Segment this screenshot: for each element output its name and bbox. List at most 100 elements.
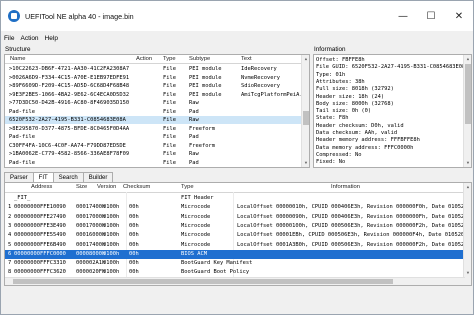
col-action[interactable]: Action	[136, 56, 152, 62]
scroll-down-icon[interactable]: ▼	[464, 159, 471, 167]
scroll-thumb[interactable]	[465, 64, 471, 124]
cell-type: File	[163, 151, 176, 157]
cell-type: Microcode	[181, 213, 211, 220]
cell-num: 3	[8, 222, 12, 229]
tree-row[interactable]: >10C22623-DB6F-4721-AA30-41C2FA2308A7 Fil…	[5, 65, 301, 73]
cell-text: IdeRecovery	[241, 66, 277, 72]
cell-name: >8E295870-D377-4875-BFDE-8C0465F0D4AA	[9, 125, 130, 132]
menu-action[interactable]: Action	[17, 35, 41, 46]
scroll-up-icon[interactable]: ▲	[464, 183, 471, 191]
cell-type: File	[163, 117, 176, 123]
tree-row[interactable]: >1BA0062E-C779-4582-8566-336AE8F78F09 Fil…	[5, 150, 301, 158]
tree-row[interactable]: >0026A6D9-F334-4C15-A70E-E1EB97EDFE91 Fil…	[5, 74, 301, 82]
col-type[interactable]: Type	[181, 184, 194, 190]
tree-row[interactable]: Pad-file File Pad	[5, 159, 301, 167]
fit-row[interactable]: 3 00000000FFE3E490 00017000h 0100h 00h Microc…	[5, 222, 471, 231]
cell-text: SdioRecovery	[241, 83, 280, 89]
cell-type: Microcode	[181, 241, 211, 248]
cell-subtype: Pad	[189, 108, 199, 115]
col-name[interactable]: Name	[10, 56, 25, 62]
cell-info: LocalOffset 00000100h, CPUID 000506E3h, …	[237, 222, 472, 229]
tree-row[interactable]: 6520F532-2A27-4195-B331-C0854683E08A File…	[5, 116, 301, 124]
cell-subtype: PEI module	[189, 83, 222, 89]
cell-address: 00000000FFE27490	[14, 213, 66, 220]
tree-row[interactable]: >9E3F2BE5-1066-4BA2-9E62-6C4ECA0D5D32 Fil…	[5, 91, 309, 99]
scroll-up-icon[interactable]: ▲	[302, 55, 309, 63]
cell-info: LocalOffset 0001A3B0h, CPUID 000506E3h, …	[237, 241, 472, 248]
tree-row[interactable]: >89F6609D-F209-4C15-AD5D-6C68D4F68B48 Fil…	[5, 82, 301, 90]
tree-row[interactable]: Pad-file File Pad	[5, 108, 301, 116]
cell-subtype: PEI module	[189, 66, 222, 72]
cell-type: Microcode	[181, 222, 211, 229]
cell-type: File	[163, 100, 176, 106]
tree-row[interactable]: C30FF4FA-10C6-4C0F-AA74-F79DD87ED5DE File…	[5, 142, 301, 150]
col-address[interactable]: Address	[31, 184, 52, 190]
close-button[interactable]: ✕	[445, 1, 473, 31]
col-version[interactable]: Version	[97, 184, 116, 190]
col-information[interactable]: Information	[331, 184, 360, 190]
fit-row[interactable]: 2 00000000FFE27490 00017000h 0100h 00h Microc…	[5, 213, 471, 222]
cell-type: File	[163, 108, 176, 115]
fit-row[interactable]: 4 00000000FFE55490 00016000h 0100h 00h Microc…	[5, 231, 471, 240]
tree-row[interactable]: >77D3DC50-D42B-4916-AC80-8F469035D150 Fil…	[5, 99, 301, 107]
fit-row[interactable]: 1 00000000FFE10090 00017400h 0100h 00h Microc…	[5, 203, 471, 212]
col-text[interactable]: Text	[241, 56, 252, 62]
cell-text: AmiTcgPlatformPeiA...	[241, 91, 310, 98]
fit-table[interactable]: Address Size Version Checksum Type Infor…	[4, 182, 472, 286]
info-line: Header memory address: FFFBFFE8h	[316, 137, 420, 144]
scroll-thumb[interactable]	[303, 111, 309, 125]
tree-row[interactable]: >8E295870-D377-4875-BFDE-8C0465F0D4AA Fil…	[5, 125, 301, 133]
cell-checksum: 00h	[129, 250, 139, 257]
menu-bar: File Action Help	[1, 35, 61, 46]
fit-row[interactable]: 5 00000000FFE6B490 00017400h 0100h 00h Microc…	[5, 241, 471, 250]
cell-num: 5	[8, 241, 12, 248]
menu-file[interactable]: File	[1, 35, 17, 46]
tab-builder[interactable]: Builder	[82, 172, 114, 182]
tab-parser[interactable]: Parser	[4, 172, 34, 182]
col-size[interactable]: Size	[76, 184, 87, 190]
maximize-button[interactable]: ☐	[417, 1, 445, 31]
cell-type: File	[163, 125, 176, 132]
info-line: Header checksum: D0h, valid	[316, 122, 404, 129]
info-line: Offset: FBFFE8h	[316, 57, 365, 63]
cell-subtype: Freeform	[189, 142, 215, 149]
structure-scrollbar[interactable]: ▲ ▼	[301, 55, 309, 167]
cell-name: >1BA0062E-C779-4582-8566-336AE8F78F09	[9, 151, 130, 157]
cell-subtype: PEI module	[189, 74, 222, 81]
tab-search[interactable]: Search	[52, 172, 84, 182]
tree-row[interactable]: Pad-file File Pad	[5, 133, 301, 141]
fit-row[interactable]: 7 00000000FFFC3310 000002A1h 0100h 00h BootGu…	[5, 259, 463, 268]
fit-scrollbar[interactable]: ▲ ▼	[463, 183, 471, 285]
title-bar: UEFITool NE alpha 40 - image.bin — ☐ ✕	[1, 1, 473, 31]
scroll-thumb[interactable]	[13, 279, 393, 284]
cell-type: BootGuard Key Manifest	[181, 260, 253, 267]
info-line: Tail size: 0h (0)	[316, 108, 372, 115]
info-line: Body size: 8000h (32768)	[316, 100, 394, 107]
main-window: UEFITool NE alpha 40 - image.bin — ☐ ✕ F…	[0, 0, 474, 315]
col-subtype[interactable]: Subtype	[189, 56, 210, 62]
scroll-down-icon[interactable]: ▼	[302, 159, 309, 167]
minimize-button[interactable]: —	[389, 1, 417, 31]
information-panel: Offset: FBFFE8h File GUID: 6520F532-2A27-…	[313, 54, 472, 168]
cell-num: 6	[8, 250, 12, 257]
scroll-down-icon[interactable]: ▼	[464, 269, 471, 277]
scroll-up-icon[interactable]: ▲	[464, 55, 471, 63]
cell-num: 2	[8, 213, 12, 220]
cell-info: LocalOffset 00001EBh, CPUID 000506E3h, R…	[237, 232, 472, 239]
cell-subtype: Pad	[189, 134, 199, 140]
cell-address: 00000000FFE3E490	[14, 222, 66, 229]
cell-subtype: Raw	[189, 151, 199, 157]
fit-row[interactable]: 6 00000000FFFC0000 00008000h 0100h 00h BIOS A…	[5, 249, 463, 259]
fit-hscrollbar[interactable]	[5, 277, 465, 285]
cell-type: File	[163, 83, 176, 89]
info-scrollbar[interactable]: ▲ ▼	[463, 55, 471, 167]
col-type[interactable]: Type	[163, 56, 176, 62]
menu-help[interactable]: Help	[42, 35, 61, 46]
cell-info: LocalOffset 00000090h, CPUID 000406E3h, …	[237, 213, 472, 220]
cell-address: 00000000FFFC3310	[14, 260, 66, 267]
information-label: Information	[314, 46, 346, 53]
structure-tree[interactable]: Name Action Type Subtype Text >10C22623-…	[4, 54, 310, 168]
col-checksum[interactable]: Checksum	[123, 184, 150, 190]
structure-header: Name Action Type Subtype Text	[5, 55, 309, 64]
fit-row[interactable]: _FIT_ FIT Header	[5, 194, 463, 203]
